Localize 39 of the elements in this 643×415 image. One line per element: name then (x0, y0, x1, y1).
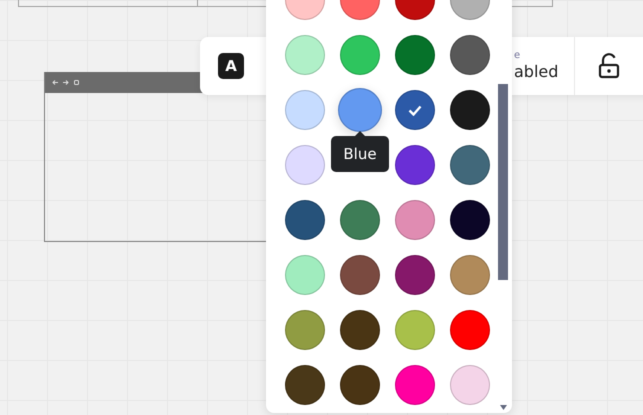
setting-value: abled (514, 62, 558, 82)
text-style-button[interactable]: A (218, 53, 244, 79)
color-swatch[interactable] (450, 255, 490, 295)
color-swatch[interactable] (395, 35, 435, 75)
color-swatch[interactable] (395, 310, 435, 350)
tooltip: Blue (331, 131, 389, 172)
color-swatch[interactable] (395, 145, 435, 185)
color-swatch[interactable] (285, 35, 325, 75)
color-swatch[interactable] (450, 35, 490, 75)
color-swatch[interactable] (285, 255, 325, 295)
forward-arrow-icon (63, 80, 69, 85)
color-swatch[interactable] (395, 90, 435, 130)
back-arrow-icon (52, 80, 58, 85)
color-swatch[interactable] (450, 365, 490, 405)
scroll-down-icon[interactable] (500, 405, 507, 410)
color-swatch[interactable] (285, 145, 325, 185)
scrollbar-thumb[interactable] (498, 84, 508, 280)
check-icon (408, 104, 422, 116)
tooltip-pointer-icon (355, 131, 365, 136)
color-swatch[interactable] (340, 35, 380, 75)
color-swatch[interactable] (285, 365, 325, 405)
color-swatch[interactable] (450, 310, 490, 350)
color-swatch[interactable] (450, 90, 490, 130)
color-swatch[interactable] (340, 200, 380, 240)
color-swatch[interactable] (450, 145, 490, 185)
color-swatch[interactable] (395, 200, 435, 240)
color-swatch[interactable] (340, 310, 380, 350)
setting-label: e (514, 50, 520, 62)
color-swatch[interactable] (285, 90, 325, 130)
refresh-icon (74, 80, 79, 85)
color-swatch[interactable] (340, 255, 380, 295)
color-swatch[interactable] (395, 365, 435, 405)
color-swatch[interactable] (395, 255, 435, 295)
color-swatch[interactable] (285, 310, 325, 350)
color-swatch[interactable] (450, 200, 490, 240)
color-swatch[interactable] (285, 200, 325, 240)
color-swatch[interactable] (340, 365, 380, 405)
unlock-icon (598, 53, 620, 79)
color-swatch[interactable] (338, 88, 382, 132)
